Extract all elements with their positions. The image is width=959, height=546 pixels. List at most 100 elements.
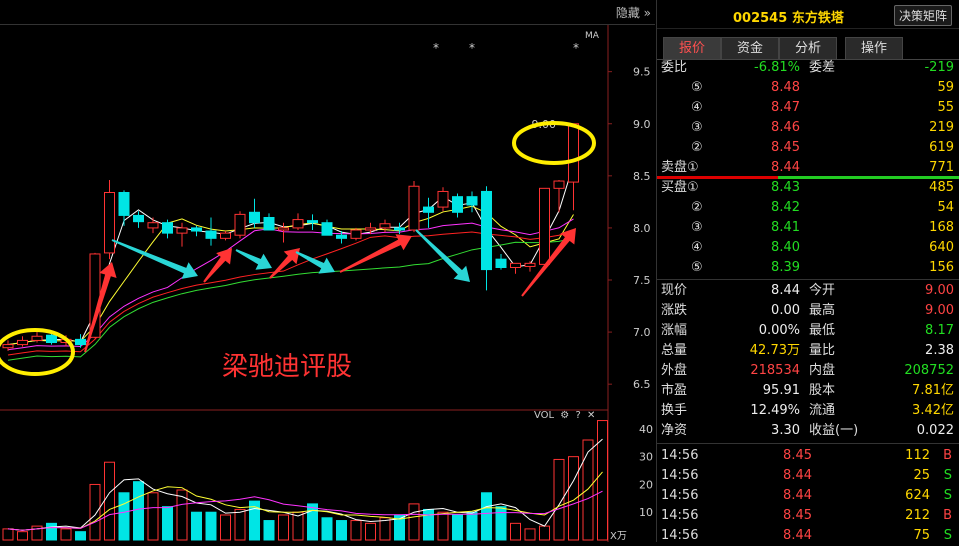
star-marker: * — [433, 41, 439, 55]
gear-icon[interactable]: ⚙ — [560, 410, 569, 421]
volume-bar — [510, 522, 521, 541]
tab-capital[interactable]: 资金 — [721, 37, 779, 59]
stat-label: 换手 — [661, 403, 688, 418]
stat-label: 量比 — [809, 343, 836, 358]
volume-header: VOL ⚙ ? ✕ — [534, 410, 598, 421]
tick-row: 14:56 8.45 112 B — [657, 446, 959, 466]
weibi-label: 委比 — [661, 60, 688, 75]
volume-bar — [350, 520, 362, 541]
candle-body — [553, 180, 565, 189]
tick-time: 14:56 — [661, 488, 699, 503]
watermark-text: 梁驰迪评股 — [222, 352, 353, 382]
price-tick-label: 9.0 — [633, 118, 651, 131]
stat-value: 42.73万 — [749, 343, 800, 358]
help-icon[interactable]: ? — [575, 410, 580, 421]
tick-price: 8.45 — [783, 448, 812, 463]
hide-button[interactable]: 隐藏 » — [616, 4, 651, 21]
panel-tabs: 报价 资金 分析 操作 — [657, 37, 959, 60]
volume-bar — [46, 522, 57, 541]
tick-price: 8.44 — [783, 468, 812, 483]
stat-label: 市盈 — [661, 383, 688, 398]
close-icon[interactable]: ✕ — [587, 410, 595, 421]
weicha-value: -219 — [924, 60, 954, 75]
ask-row: ② 8.45 619 — [657, 138, 959, 158]
stock-code: 002545 — [733, 11, 788, 26]
ask-row: ③ 8.46 219 — [657, 118, 959, 138]
volume-bar — [75, 531, 86, 541]
volume-bar — [89, 483, 101, 541]
volume-bar — [234, 508, 246, 541]
ask-level: ⑤ — [691, 80, 703, 95]
down-arrow — [415, 229, 471, 282]
candle-body — [423, 206, 434, 213]
stat-value: 0.022 — [916, 423, 954, 438]
price-tick-label: 9.5 — [633, 66, 651, 79]
quote-panel: 002545 东方铁塔 决策矩阵 报价 资金 分析 操作 委比 -6.81% 委差 -… — [656, 0, 959, 543]
stat-value: 208752 — [904, 363, 954, 378]
bid-price: 8.43 — [771, 180, 800, 195]
kline-chart[interactable]: 9.59.08.58.07.57.06.540302010X万MA* * *9.00 — [0, 0, 655, 542]
up-arrow — [339, 234, 412, 273]
ask-level: ④ — [691, 100, 703, 115]
tab-quote[interactable]: 报价 — [663, 37, 721, 59]
stat-value: 218534 — [750, 363, 800, 378]
ask-price: 8.46 — [771, 120, 800, 135]
candle-body — [2, 344, 14, 349]
volume-bar — [437, 511, 449, 541]
kline-chart-area[interactable]: 9.5 9.0 8.5 8.0 7.5 7.0 6.5 40 30 20 10 X万 MA * * * 9.00… — [0, 0, 655, 542]
stat-label: 外盘 — [661, 363, 688, 378]
candle-body — [510, 262, 521, 269]
ask-volume: 619 — [929, 140, 954, 155]
candle-body — [205, 230, 217, 239]
candle-body — [394, 227, 405, 231]
stat-row: 换手 12.49% 流通 3.42亿 — [657, 401, 959, 421]
candle-body — [220, 232, 231, 239]
star-marker: * — [469, 41, 475, 55]
tick-time: 14:56 — [661, 468, 699, 483]
bid-row: ④ 8.40 640 — [657, 238, 959, 258]
stat-row: 净资 3.30 收益(一) 0.022 — [657, 421, 959, 441]
divider — [657, 443, 959, 444]
stat-row: 现价 8.44 今开 9.00 — [657, 281, 959, 301]
candle-body — [321, 222, 333, 236]
bid-level: ④ — [691, 240, 703, 255]
stock-name: 东方铁塔 — [791, 11, 844, 26]
volume-bar — [133, 481, 144, 541]
stat-label: 最高 — [809, 303, 836, 318]
candle-body — [350, 229, 362, 239]
ask-price: 8.44 — [771, 160, 800, 175]
decision-matrix-button[interactable]: 决策矩阵 — [893, 5, 952, 26]
volume-bar — [118, 492, 130, 541]
candle-body — [437, 190, 449, 208]
tick-price: 8.44 — [783, 528, 812, 543]
volume-bar — [104, 461, 115, 541]
volume-bar — [263, 520, 275, 541]
candle-body — [278, 227, 289, 231]
ask-row: 卖盘① 8.44 771 — [657, 158, 959, 178]
stat-label: 总量 — [661, 343, 688, 358]
tab-analysis[interactable]: 分析 — [779, 37, 837, 59]
ask-volume: 771 — [929, 160, 954, 175]
bid-volume: 168 — [929, 220, 954, 235]
stat-label: 流通 — [809, 403, 836, 418]
candle-body — [452, 196, 463, 213]
volume-bar — [539, 525, 550, 541]
stat-value: 8.17 — [925, 323, 954, 338]
candle-body — [495, 258, 507, 268]
candle-body — [104, 192, 115, 254]
bid-price: 8.42 — [771, 200, 800, 215]
stat-label: 净资 — [661, 423, 688, 438]
stat-row: 市盈 95.91 股本 7.81亿 — [657, 381, 959, 401]
tick-time: 14:56 — [661, 508, 699, 523]
bid-row: ③ 8.41 168 — [657, 218, 959, 238]
volume-bar — [147, 492, 159, 541]
stat-value: 8.44 — [771, 283, 800, 298]
tick-price: 8.44 — [783, 488, 812, 503]
volume-bar — [307, 503, 318, 541]
candle-body — [17, 339, 28, 346]
ask-level: ③ — [691, 120, 703, 135]
volume-unit-label: X万 — [610, 531, 627, 542]
stat-label: 涨幅 — [661, 323, 688, 338]
tab-operation[interactable]: 操作 — [845, 37, 903, 59]
stat-value: 7.81亿 — [912, 383, 954, 398]
